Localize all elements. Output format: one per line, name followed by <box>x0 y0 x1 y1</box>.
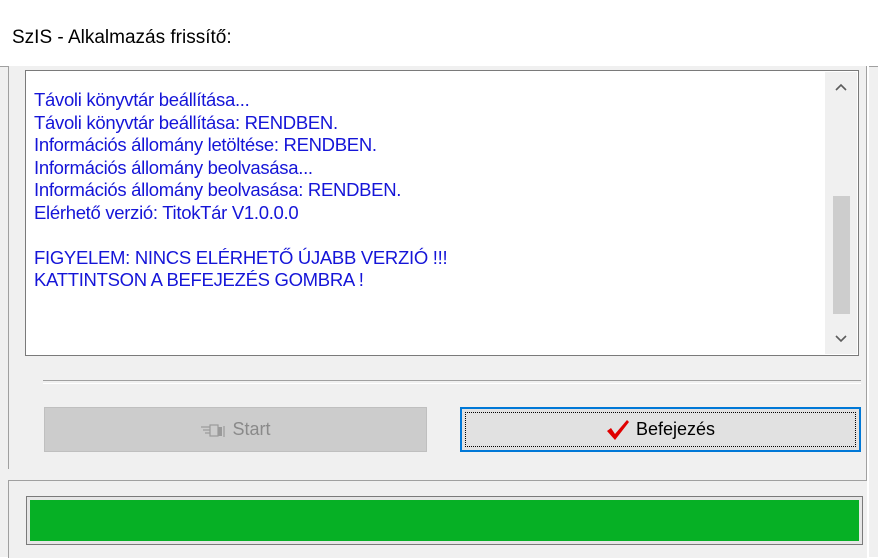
window-title: SzIS - Alkalmazás frissítő: <box>12 27 232 48</box>
log-line: Távoli könyvtár beállítása... <box>34 89 250 110</box>
main-panel: Távoli könyvtár beállítása... Távoli kön… <box>8 66 867 469</box>
log-line: Elérhető verzió: TitokTár V1.0.0.0 <box>34 201 299 223</box>
log-line: FIGYELEM: NINCS ELÉRHETŐ ÚJABB VERZIÓ !!… <box>34 246 448 268</box>
finish-button[interactable]: Befejezés <box>460 407 861 452</box>
progress-fill <box>30 500 859 541</box>
pointing-hand-icon <box>200 422 226 438</box>
log-line: KATTINTSON A BEFEJEZÉS GOMBRA ! <box>34 269 364 290</box>
log-lines: Távoli könyvtár beállítása... Távoli kön… <box>34 89 814 292</box>
status-panel <box>8 480 867 558</box>
checkmark-icon <box>606 419 630 441</box>
log-textbox[interactable]: Távoli könyvtár beállítása... Távoli kön… <box>25 70 859 356</box>
finish-button-label: Befejezés <box>635 419 716 439</box>
title-area: SzIS - Alkalmazás frissítő: <box>0 0 878 67</box>
separator-line <box>43 380 861 384</box>
start-button-label: Start <box>232 419 271 439</box>
scroll-thumb[interactable] <box>833 196 850 314</box>
progress-bar <box>26 496 863 545</box>
vertical-scrollbar[interactable] <box>825 72 857 354</box>
log-line: Információs állomány beolvasása... <box>34 156 313 178</box>
chevron-down-icon[interactable] <box>825 324 857 354</box>
log-line: Információs állomány beolvasása: RENDBEN… <box>34 179 402 200</box>
log-line: Távoli könyvtár beállítása: RENDBEN. <box>34 111 338 133</box>
log-line: Információs állomány letöltése: RENDBEN. <box>34 134 377 155</box>
chevron-up-icon[interactable] <box>825 72 857 102</box>
updater-window: SzIS - Alkalmazás frissítő: Távoli könyv… <box>0 0 878 558</box>
start-button[interactable]: Start <box>44 407 427 452</box>
